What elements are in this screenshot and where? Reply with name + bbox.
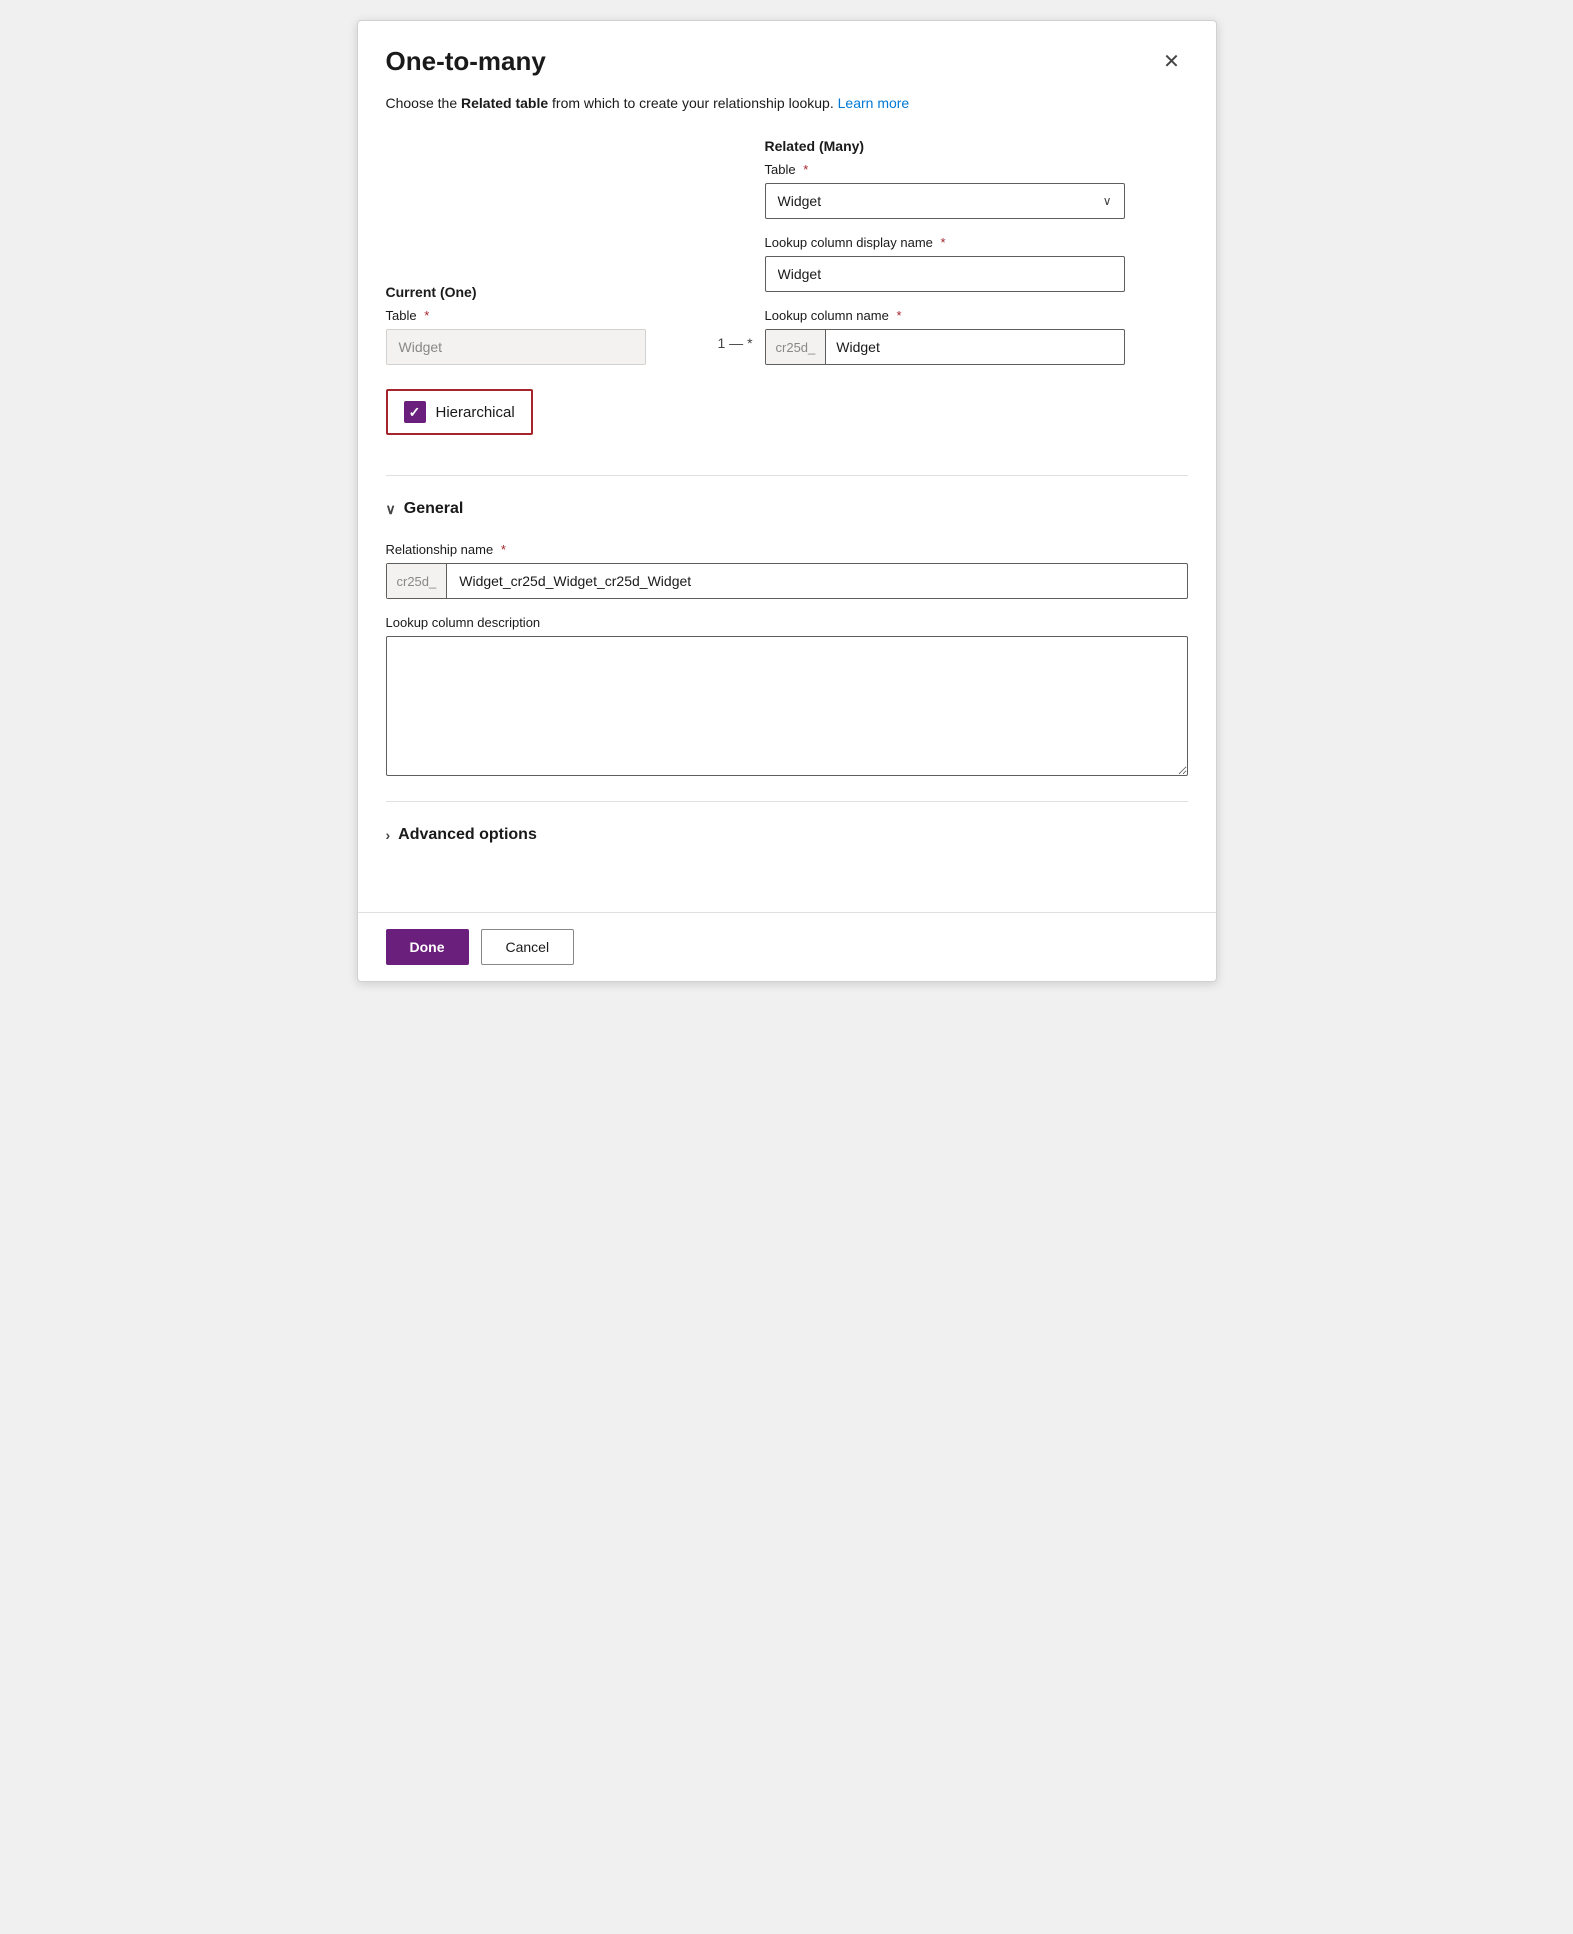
description-before: Choose the bbox=[386, 95, 462, 111]
close-button[interactable]: ✕ bbox=[1156, 45, 1188, 77]
general-section-label: General bbox=[404, 500, 464, 518]
relationship-name-prefix: cr25d_ bbox=[387, 564, 448, 598]
general-chevron-icon: ∨ bbox=[386, 501, 396, 518]
dialog-body: Choose the Related table from which to c… bbox=[358, 93, 1216, 892]
one-to-many-dialog: One-to-many ✕ Choose the Related table f… bbox=[357, 20, 1217, 982]
lookup-column-name-label: Lookup column name * bbox=[765, 308, 1188, 323]
lookup-column-name-field[interactable]: cr25d_ bbox=[765, 329, 1125, 365]
description-textarea[interactable] bbox=[386, 636, 1188, 776]
hierarchical-label-text: Hierarchical bbox=[436, 404, 515, 421]
relationship-name-label: Relationship name * bbox=[386, 542, 1188, 557]
done-button[interactable]: Done bbox=[386, 929, 469, 965]
relationship-name-input[interactable] bbox=[447, 564, 1186, 598]
connector-text: 1 — * bbox=[718, 335, 753, 351]
description-label: Lookup column description bbox=[386, 615, 1188, 630]
lookup-column-name-group: Lookup column name * cr25d_ bbox=[765, 308, 1188, 365]
dialog-header: One-to-many ✕ bbox=[358, 21, 1216, 93]
current-one-label: Current (One) bbox=[386, 284, 706, 300]
related-many-section: Related (Many) Table * Widget ∨ Lookup c… bbox=[765, 138, 1188, 365]
related-table-select[interactable]: Widget ∨ bbox=[765, 183, 1125, 219]
connector-area: 1 — * bbox=[706, 335, 765, 365]
hierarchical-section: Hierarchical bbox=[386, 389, 1188, 455]
related-many-label: Related (Many) bbox=[765, 138, 1188, 154]
dialog-title: One-to-many bbox=[386, 46, 546, 77]
chevron-down-icon: ∨ bbox=[1103, 194, 1112, 208]
general-section: ∨ General Relationship name * cr25d_ Loo… bbox=[386, 492, 1188, 781]
cancel-button[interactable]: Cancel bbox=[481, 929, 575, 965]
dialog-footer: Done Cancel bbox=[358, 913, 1216, 981]
current-table-field-label: Table * bbox=[386, 308, 706, 323]
close-icon: ✕ bbox=[1163, 49, 1180, 74]
related-table-value: Widget bbox=[778, 193, 822, 209]
hierarchical-checkbox-label[interactable]: Hierarchical bbox=[386, 389, 533, 435]
section-divider-1 bbox=[386, 475, 1188, 476]
lookup-display-input[interactable] bbox=[765, 256, 1125, 292]
description-after: from which to create your relationship l… bbox=[548, 95, 837, 111]
relationship-name-field[interactable]: cr25d_ bbox=[386, 563, 1188, 599]
general-section-header[interactable]: ∨ General bbox=[386, 492, 1188, 526]
lookup-column-name-input[interactable] bbox=[826, 330, 1123, 364]
section-divider-2 bbox=[386, 801, 1188, 802]
lookup-display-name-group: Lookup column display name * bbox=[765, 235, 1188, 292]
relationship-row: Current (One) Table * Widget 1 — * Relat… bbox=[386, 138, 1188, 365]
current-table-value: Widget bbox=[386, 329, 646, 365]
lookup-column-name-prefix: cr25d_ bbox=[766, 330, 827, 364]
learn-more-link[interactable]: Learn more bbox=[838, 95, 910, 111]
hierarchical-checkbox[interactable] bbox=[404, 401, 426, 423]
current-one-section: Current (One) Table * Widget bbox=[386, 284, 706, 365]
lookup-display-label: Lookup column display name * bbox=[765, 235, 1188, 250]
advanced-options-header[interactable]: › Advanced options bbox=[386, 818, 1188, 852]
description-text: Choose the Related table from which to c… bbox=[386, 93, 1188, 114]
advanced-chevron-icon: › bbox=[386, 827, 391, 843]
general-section-content: Relationship name * cr25d_ Lookup column… bbox=[386, 526, 1188, 781]
advanced-options-label: Advanced options bbox=[398, 826, 537, 844]
advanced-options-section: › Advanced options bbox=[386, 818, 1188, 852]
related-table-field-label: Table * bbox=[765, 162, 1188, 177]
description-bold: Related table bbox=[461, 95, 548, 111]
